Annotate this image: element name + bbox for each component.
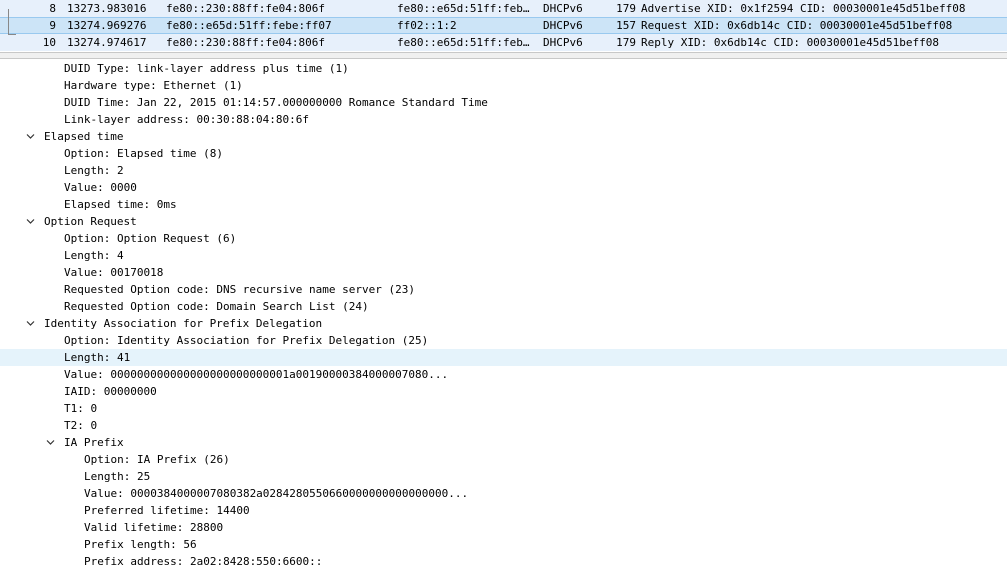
packet-source: fe80::230:88ff:fe04:806f: [166, 2, 325, 15]
tree-item-label: Identity Association for Prefix Delegati…: [44, 317, 323, 330]
tree-item-label: Preferred lifetime: 14400: [84, 504, 250, 517]
tree-item[interactable]: Prefix address: 2a02:8428:550:6600::: [0, 553, 1007, 570]
tree-item-label: T1: 0: [64, 402, 98, 415]
packet-destination: fe80::e65d:51ff:feb…: [397, 2, 530, 15]
packet-source: fe80::e65d:51ff:febe:ff07: [166, 19, 332, 32]
packet-info: Advertise XID: 0x1f2594 CID: 00030001e45…: [641, 2, 966, 15]
tree-item[interactable]: Option: Option Request (6): [0, 230, 1007, 247]
chevron-down-icon[interactable]: [26, 132, 35, 141]
packet-row-10[interactable]: 10 13274.974617 fe80::230:88ff:fe04:806f…: [0, 34, 1007, 51]
tree-item-label: Length: 41: [64, 351, 131, 364]
packet-time: 13274.969276: [67, 19, 147, 32]
packet-number: 10: [42, 36, 56, 49]
tree-item[interactable]: Value: 0000384000007080382a0284280550660…: [0, 485, 1007, 502]
packet-protocol: DHCPv6: [543, 19, 583, 32]
tree-item-label: Elapsed time: 0ms: [64, 198, 177, 211]
packet-row-9[interactable]: 9 13274.969276 fe80::e65d:51ff:febe:ff07…: [0, 17, 1007, 34]
packet-info: Reply XID: 0x6db14c CID: 00030001e45d51b…: [641, 36, 940, 49]
packet-length: 179: [616, 2, 636, 15]
tree-item-label: Length: 4: [64, 249, 124, 262]
tree-item-label: Elapsed time: [44, 130, 124, 143]
tree-item-label: IAID: 00000000: [64, 385, 157, 398]
tree-item[interactable]: Option: Elapsed time (8): [0, 145, 1007, 162]
tree-item[interactable]: Elapsed time: 0ms: [0, 196, 1007, 213]
tree-item[interactable]: Valid lifetime: 28800: [0, 519, 1007, 536]
packet-destination: ff02::1:2: [397, 19, 457, 32]
tree-item[interactable]: Length: 4: [0, 247, 1007, 264]
packet-length: 179: [616, 36, 636, 49]
packet-source: fe80::230:88ff:fe04:806f: [166, 36, 325, 49]
pane-splitter[interactable]: [0, 52, 1007, 59]
tree-item-label: Valid lifetime: 28800: [84, 521, 224, 534]
tree-item-label: Prefix length: 56: [84, 538, 197, 551]
tree-item[interactable]: IAID: 00000000: [0, 383, 1007, 400]
chevron-down-icon[interactable]: [46, 438, 55, 447]
tree-item[interactable]: T1: 0: [0, 400, 1007, 417]
tree-item-label: DUID Time: Jan 22, 2015 01:14:57.0000000…: [64, 96, 488, 109]
tree-item[interactable]: DUID Time: Jan 22, 2015 01:14:57.0000000…: [0, 94, 1007, 111]
packet-protocol: DHCPv6: [543, 36, 583, 49]
tree-item[interactable]: Length: 25: [0, 468, 1007, 485]
packet-protocol: DHCPv6: [543, 2, 583, 15]
packet-length: 157: [616, 19, 636, 32]
tree-item-label: Hardware type: Ethernet (1): [64, 79, 243, 92]
tree-item-label: Option: IA Prefix (26): [84, 453, 230, 466]
tree-item[interactable]: Requested Option code: DNS recursive nam…: [0, 281, 1007, 298]
tree-item-label: Length: 25: [84, 470, 151, 483]
tree-item[interactable]: Length: 41: [0, 349, 1007, 366]
tree-item[interactable]: Hardware type: Ethernet (1): [0, 77, 1007, 94]
chevron-down-icon[interactable]: [26, 217, 35, 226]
tree-item-label: Requested Option code: Domain Search Lis…: [64, 300, 369, 313]
tree-item-label: Value: 0000384000007080382a0284280550660…: [84, 487, 469, 500]
tree-item-label: T2: 0: [64, 419, 98, 432]
tree-item-label: Value: 0000: [64, 181, 137, 194]
packet-time: 13274.974617: [67, 36, 147, 49]
tree-item[interactable]: Length: 2: [0, 162, 1007, 179]
tree-item[interactable]: Link-layer address: 00:30:88:04:80:6f: [0, 111, 1007, 128]
tree-item-label: Option: Elapsed time (8): [64, 147, 223, 160]
tree-item-label: Requested Option code: DNS recursive nam…: [64, 283, 415, 296]
packet-info: Request XID: 0x6db14c CID: 00030001e45d5…: [641, 19, 953, 32]
tree-node-elapsed-time[interactable]: Elapsed time: [0, 128, 1007, 145]
packet-destination: fe80::e65d:51ff:feb…: [397, 36, 530, 49]
tree-item[interactable]: Value: 000000000000000000000000001a00190…: [0, 366, 1007, 383]
tree-item[interactable]: Preferred lifetime: 14400: [0, 502, 1007, 519]
tree-item-label: IA Prefix: [64, 436, 124, 449]
packet-details-tree: DUID Type: link-layer address plus time …: [0, 59, 1007, 583]
tree-item-label: Link-layer address: 00:30:88:04:80:6f: [64, 113, 310, 126]
tree-item-label: Option: Option Request (6): [64, 232, 237, 245]
packet-list: 8 13273.983016 fe80::230:88ff:fe04:806f …: [0, 0, 1007, 52]
tree-item[interactable]: T2: 0: [0, 417, 1007, 434]
tree-item-label: Value: 000000000000000000000000001a00190…: [64, 368, 449, 381]
related-packet-line: [8, 9, 9, 35]
tree-item[interactable]: Option: IA Prefix (26): [0, 451, 1007, 468]
tree-node-ia-pd[interactable]: Identity Association for Prefix Delegati…: [0, 315, 1007, 332]
chevron-down-icon[interactable]: [26, 319, 35, 328]
related-packet-tick: [8, 34, 16, 35]
tree-item-label: Length: 2: [64, 164, 124, 177]
tree-item[interactable]: Value: 00170018: [0, 264, 1007, 281]
packet-time: 13273.983016: [67, 2, 147, 15]
tree-item[interactable]: Option: Identity Association for Prefix …: [0, 332, 1007, 349]
tree-node-option-request[interactable]: Option Request: [0, 213, 1007, 230]
tree-node-ia-prefix[interactable]: IA Prefix: [0, 434, 1007, 451]
tree-item[interactable]: DUID Type: link-layer address plus time …: [0, 60, 1007, 77]
tree-item[interactable]: Value: 0000: [0, 179, 1007, 196]
tree-item-label: Value: 00170018: [64, 266, 164, 279]
tree-item[interactable]: Requested Option code: Domain Search Lis…: [0, 298, 1007, 315]
tree-item-label: Option: Identity Association for Prefix …: [64, 334, 429, 347]
packet-row-8[interactable]: 8 13273.983016 fe80::230:88ff:fe04:806f …: [0, 0, 1007, 17]
tree-item-label: DUID Type: link-layer address plus time …: [64, 62, 349, 75]
tree-item[interactable]: Prefix length: 56: [0, 536, 1007, 553]
tree-item-label: Option Request: [44, 215, 137, 228]
tree-item-label: Prefix address: 2a02:8428:550:6600::: [84, 555, 323, 568]
